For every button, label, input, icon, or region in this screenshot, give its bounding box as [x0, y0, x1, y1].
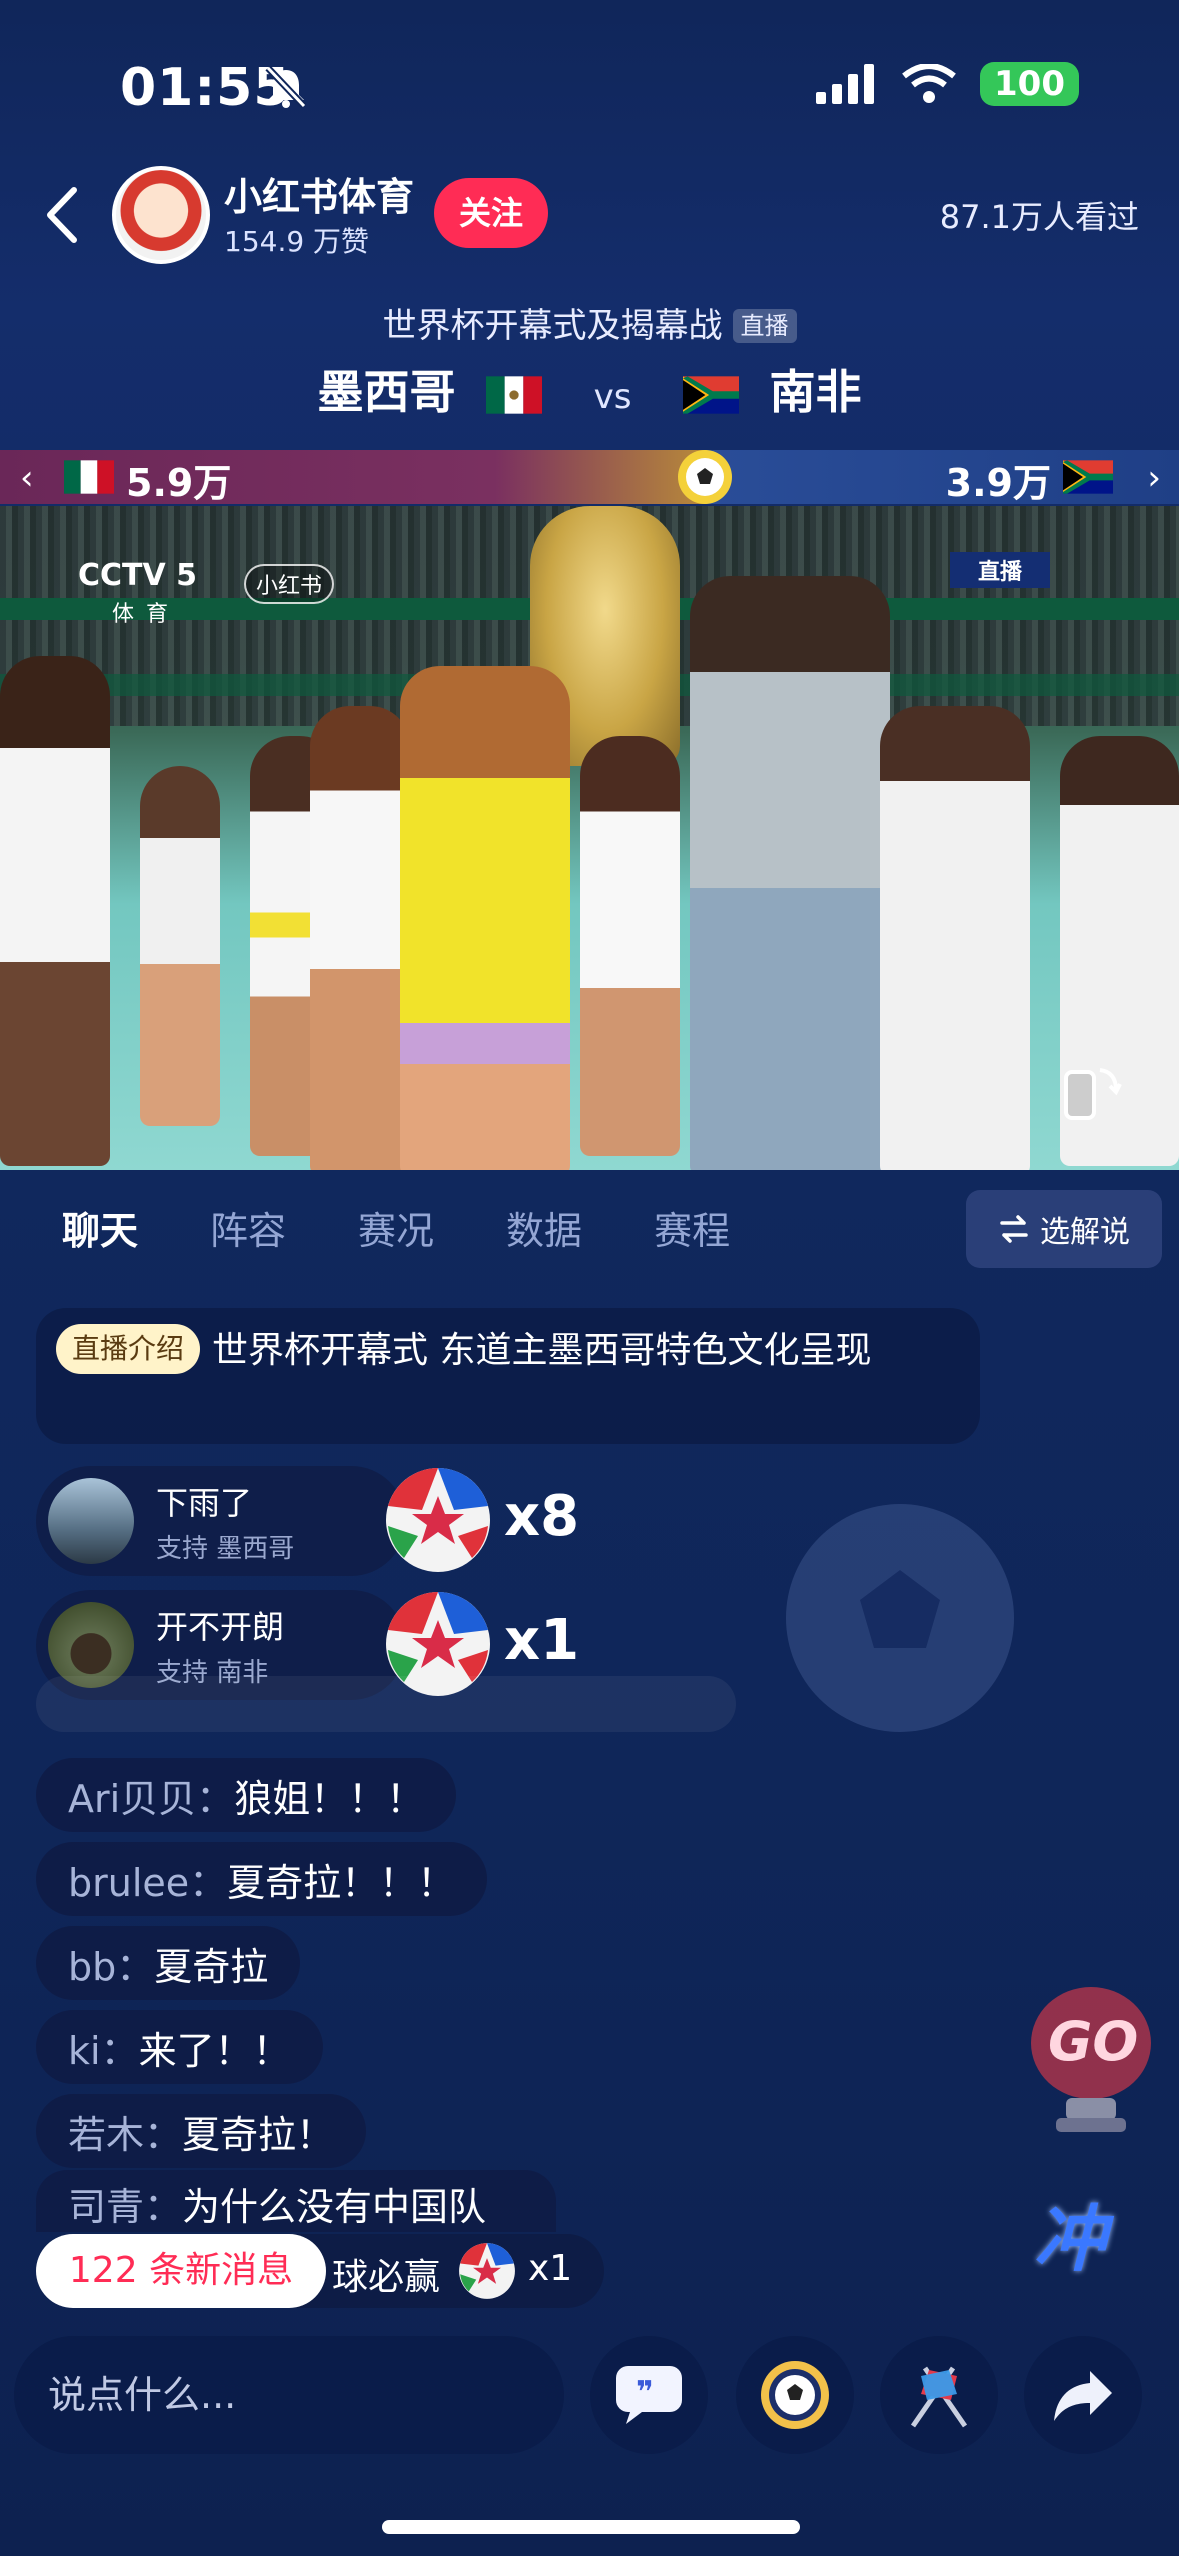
wifi-icon [902, 64, 956, 103]
chat-message: Ari贝贝： 狼姐！！！ [36, 1758, 457, 1832]
soccer-ball-gift-icon [386, 1468, 490, 1572]
pill-text: 球必赢 [332, 2257, 441, 2298]
faded-message [36, 1676, 736, 1732]
chat-text: 为什么没有中国队 [182, 2185, 487, 2229]
mexico-flag-icon [64, 460, 114, 494]
chat-message: ki： 来了！！ [36, 2010, 323, 2084]
decorative-ball-icon [786, 1504, 1014, 1732]
switch-arrows-icon [1000, 1215, 1028, 1243]
tab-bar: 聊天 阵容 赛况 数据 赛程 [62, 1200, 730, 1255]
gift-count: x8 [504, 1484, 580, 1549]
chevron-right-icon[interactable]: › [1147, 458, 1161, 498]
signal-icon [816, 64, 875, 104]
tab-match-status[interactable]: 赛况 [358, 1200, 434, 1255]
chat-text: 夏奇拉！！！ [227, 1860, 456, 1905]
gift-sender-name: 开不开朗 [156, 1607, 285, 1646]
chat-message: bb： 夏奇拉 [36, 1926, 301, 2000]
live-tag: 直播 [732, 309, 797, 343]
select-commentator-button[interactable]: 选解说 [966, 1190, 1162, 1268]
chat-text: 夏奇拉 [154, 1944, 269, 1989]
broadcaster-sub: 体育 [112, 602, 181, 627]
pill-count: x1 [528, 2248, 573, 2289]
tab-chat[interactable]: 聊天 [62, 1200, 138, 1255]
chat-text: 夏奇拉！ [182, 2112, 335, 2157]
channel-likes: 154.9 万赞 [224, 225, 370, 258]
live-intro: 直播介绍 世界杯开幕式 东道主墨西哥特色文化呈现 [36, 1308, 980, 1444]
chat-text: 狼姐！！！ [234, 1776, 425, 1821]
svg-text:❞: ❞ [636, 2375, 654, 2410]
back-icon[interactable] [38, 180, 88, 250]
gift-sender-name: 下雨了 [156, 1483, 253, 1522]
broadcaster-logo: CCTV 5 [78, 558, 198, 593]
chat-text: 来了！！ [138, 2028, 291, 2073]
gift-count: x1 [504, 1608, 580, 1673]
channel-avatar[interactable] [112, 166, 210, 264]
svg-text:GO: GO [1048, 2010, 1138, 2073]
user-avatar[interactable] [48, 1478, 134, 1564]
away-support-count: 3.9万 [945, 461, 1051, 505]
follow-button[interactable]: 关注 [434, 178, 548, 248]
cheer-button[interactable]: 冲 [1034, 2180, 1106, 2285]
home-team: 墨西哥 [317, 365, 456, 419]
live-video-player[interactable]: CCTV 5 体育 小红书 直播 [0, 506, 1179, 1170]
intro-tag: 直播介绍 [56, 1324, 201, 1374]
chevron-left-icon[interactable]: ‹ [20, 458, 34, 498]
danmaku-button[interactable]: ❞ [590, 2336, 708, 2454]
crossed-flags-icon [910, 2366, 968, 2428]
event-title-row: 世界杯开幕式及揭幕战 直播 [0, 298, 1179, 347]
gift-message: 下雨了 支持 墨西哥 [36, 1466, 406, 1576]
vs-label: vs [593, 377, 632, 417]
battery-indicator: 100 [980, 62, 1079, 106]
tab-stats[interactable]: 数据 [506, 1200, 582, 1255]
rotate-screen-icon[interactable] [1060, 1062, 1122, 1124]
chat-bubble-icon: ❞ [616, 2366, 682, 2424]
chat-username[interactable]: 司青： [68, 2185, 182, 2229]
silent-bell-icon [265, 65, 307, 109]
chat-username[interactable]: 若木： [68, 2104, 182, 2159]
matchup: 墨西哥 vs 南非 [0, 356, 1179, 422]
video-live-badge: 直播 [950, 552, 1051, 588]
share-button[interactable] [1024, 2336, 1142, 2454]
mexico-flag-icon [485, 376, 542, 414]
gift-support-team: 支持 墨西哥 [156, 1533, 295, 1564]
chat-input[interactable]: 说点什么... [14, 2336, 564, 2454]
chat-message: 若木： 夏奇拉！ [36, 2094, 367, 2168]
viewer-count: 87.1万人看过 [939, 198, 1139, 236]
chat-username[interactable]: bb： [68, 1936, 154, 1991]
soccer-ball-gift-icon [459, 2243, 515, 2299]
gift-button[interactable] [736, 2336, 854, 2454]
chat-username[interactable]: Ari贝贝： [68, 1768, 234, 1823]
channel-name[interactable]: 小红书体育 [224, 166, 414, 221]
tab-lineup[interactable]: 阵容 [210, 1200, 286, 1255]
home-support-count: 5.9万 [126, 461, 232, 505]
share-arrow-icon [1054, 2371, 1112, 2421]
south-africa-flag-icon [683, 376, 740, 414]
soccer-ball-icon [678, 450, 732, 504]
tab-schedule[interactable]: 赛程 [654, 1200, 730, 1255]
home-indicator[interactable] [382, 2520, 800, 2534]
go-trophy-badge-icon[interactable]: GO [1026, 1968, 1156, 2138]
south-africa-flag-icon [1063, 460, 1113, 494]
team-flags-button[interactable] [880, 2336, 998, 2454]
chat-username[interactable]: ki： [68, 2020, 139, 2075]
event-title: 世界杯开幕式及揭幕战 [382, 306, 723, 346]
status-indicators: 100 [816, 62, 1079, 106]
away-team: 南非 [769, 365, 862, 419]
select-commentator-label: 选解说 [1040, 1215, 1130, 1250]
chat-message: brulee： 夏奇拉！！！ [36, 1842, 488, 1916]
new-messages-button[interactable]: 122 条新消息 [36, 2234, 326, 2308]
watermark-logo: 小红书 [244, 564, 335, 604]
intro-text: 世界杯开幕式 东道主墨西哥特色文化呈现 [212, 1330, 872, 1371]
gift-ball-icon [761, 2361, 829, 2429]
chat-message-partial: 司青：为什么没有中国队 [36, 2170, 556, 2232]
chat-username[interactable]: brulee： [68, 1852, 227, 1907]
